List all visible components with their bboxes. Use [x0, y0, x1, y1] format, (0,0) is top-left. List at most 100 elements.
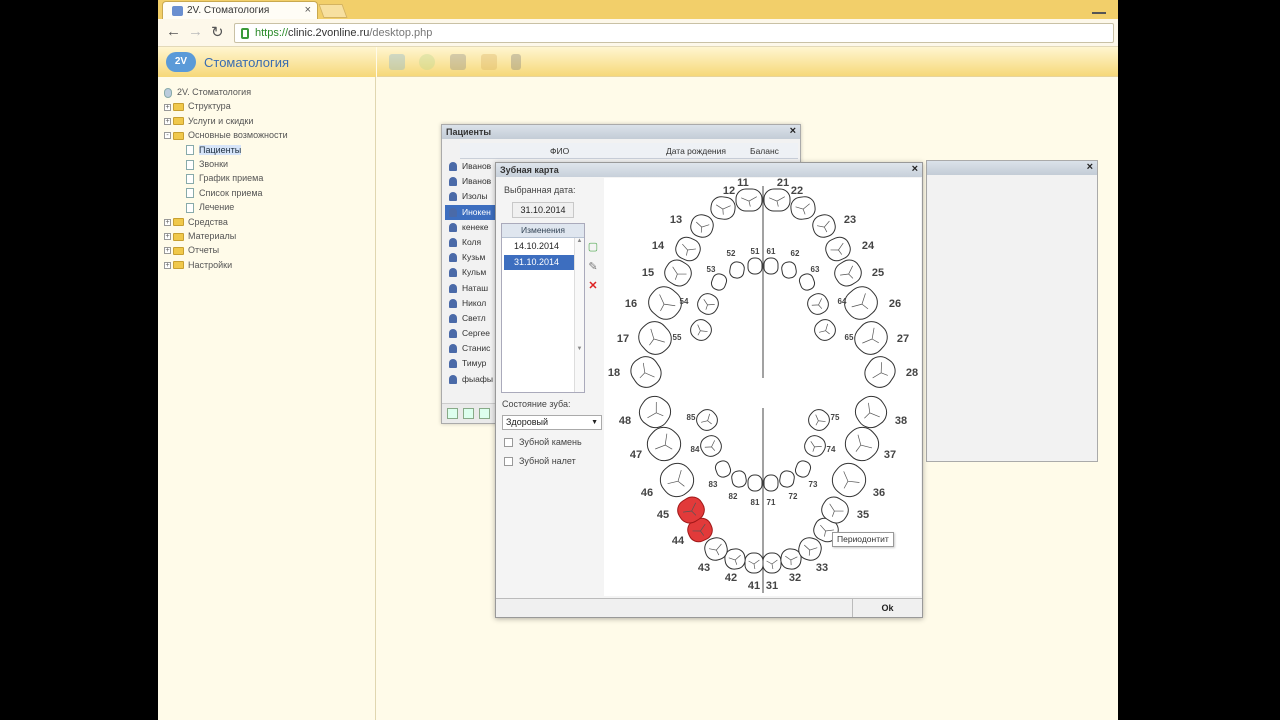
- tooth-38[interactable]: [850, 391, 892, 433]
- new-tab-button[interactable]: [318, 4, 348, 18]
- tooth-72[interactable]: [779, 470, 796, 488]
- tooth-17[interactable]: [633, 316, 677, 360]
- patients-window-close-icon[interactable]: ×: [790, 125, 796, 137]
- expand-toggle-icon[interactable]: +: [164, 261, 171, 269]
- column-birthdate[interactable]: Дата рождения: [666, 146, 726, 156]
- tooth-81[interactable]: [747, 474, 763, 492]
- expand-toggle-icon[interactable]: +: [164, 117, 171, 125]
- tooth-18[interactable]: [626, 352, 666, 393]
- toolbar-tag-icon[interactable]: [389, 54, 405, 70]
- tooth-13[interactable]: [688, 212, 715, 239]
- tooth-27[interactable]: [849, 316, 893, 360]
- tooth-52[interactable]: [729, 261, 746, 279]
- tooth-11[interactable]: [735, 188, 763, 212]
- tooth-61[interactable]: [763, 257, 779, 275]
- toolbar-refresh-icon[interactable]: [419, 54, 435, 70]
- tooth-22[interactable]: [790, 195, 817, 220]
- tooth-14[interactable]: [673, 234, 704, 264]
- tooth-63[interactable]: [798, 272, 817, 292]
- tree-node[interactable]: + Средства: [164, 215, 288, 229]
- tree-node[interactable]: Лечение: [164, 200, 288, 214]
- tree-node[interactable]: Список приема: [164, 186, 288, 200]
- tooth-53[interactable]: [710, 272, 729, 292]
- add-change-icon[interactable]: ▢: [587, 241, 599, 253]
- edit-change-icon[interactable]: ✎: [587, 261, 599, 273]
- tooth-24[interactable]: [823, 234, 854, 264]
- tooth-75[interactable]: [805, 406, 833, 434]
- changes-scrollbar[interactable]: ▲ ▼: [574, 238, 584, 392]
- expand-toggle-icon[interactable]: +: [164, 247, 171, 255]
- tooth-74[interactable]: [801, 432, 828, 459]
- tooth-number: 82: [729, 492, 738, 501]
- tree-node[interactable]: + Отчеты: [164, 243, 288, 257]
- tab-close-icon[interactable]: ×: [305, 4, 311, 16]
- tooth-64[interactable]: [804, 290, 831, 317]
- tree-node[interactable]: Звонки: [164, 157, 288, 171]
- tree-node[interactable]: Пациенты: [164, 143, 288, 157]
- tooth-54[interactable]: [694, 290, 721, 317]
- tooth-23[interactable]: [810, 212, 837, 239]
- tree-node[interactable]: + Структура: [164, 99, 288, 113]
- toolbar-star-icon[interactable]: [481, 54, 497, 70]
- tooth-65[interactable]: [811, 316, 839, 344]
- tree-node[interactable]: + Настройки: [164, 258, 288, 272]
- open-patient-icon[interactable]: [479, 408, 490, 419]
- tartar-checkbox-box[interactable]: [504, 438, 513, 448]
- toolbar-phone-icon[interactable]: [511, 54, 521, 70]
- reload-icon[interactable]: ↻: [211, 23, 224, 41]
- tooth-62[interactable]: [781, 261, 798, 279]
- url-path: /desktop.php: [369, 27, 433, 39]
- tooth-state-select[interactable]: Здоровый ▼: [502, 415, 602, 430]
- tooth-12[interactable]: [710, 195, 737, 220]
- tooth-47[interactable]: [641, 421, 686, 466]
- expand-toggle-icon[interactable]: +: [164, 233, 171, 241]
- plaque-checkbox[interactable]: Зубной налет: [504, 456, 576, 467]
- back-icon[interactable]: ←: [166, 23, 181, 40]
- tooth-83[interactable]: [714, 459, 733, 479]
- patient-name: Изолы: [462, 191, 488, 202]
- add-patient-icon[interactable]: [447, 408, 458, 419]
- tree-node[interactable]: + Услуги и скидки: [164, 114, 288, 128]
- tooth-85[interactable]: [693, 406, 721, 434]
- change-item-selected[interactable]: 31.10.2014: [504, 255, 582, 270]
- column-fio[interactable]: ФИО: [550, 146, 569, 156]
- plaque-checkbox-box[interactable]: [504, 457, 513, 467]
- column-balance[interactable]: Баланс: [750, 146, 779, 156]
- expand-toggle-icon[interactable]: +: [164, 103, 171, 111]
- tooth-37[interactable]: [839, 421, 884, 466]
- dental-window-close-icon[interactable]: ×: [912, 163, 918, 175]
- tree-node[interactable]: График приема: [164, 171, 288, 185]
- toolbar-calc-icon[interactable]: [450, 54, 466, 70]
- tooth-71[interactable]: [763, 474, 779, 492]
- tree-node[interactable]: - Основные возможности: [164, 128, 288, 142]
- expand-toggle-icon[interactable]: +: [164, 218, 171, 226]
- tooth-84[interactable]: [697, 432, 724, 459]
- ok-button[interactable]: Ok: [852, 599, 922, 617]
- patient-name: Иванов: [462, 176, 492, 187]
- patients-window-header: Пациенты ×: [442, 125, 800, 139]
- tooth-21[interactable]: [763, 188, 791, 212]
- tooth-73[interactable]: [794, 459, 813, 479]
- expand-toggle-icon[interactable]: -: [164, 132, 171, 140]
- tooth-31[interactable]: [762, 552, 782, 574]
- forward-icon[interactable]: →: [188, 23, 203, 40]
- tooth-41[interactable]: [744, 552, 764, 574]
- tooth-51[interactable]: [747, 257, 763, 275]
- tooth-82[interactable]: [731, 470, 748, 488]
- browser-tab[interactable]: 2V. Стоматология ×: [162, 1, 318, 19]
- tree-node[interactable]: 2V. Стоматология: [164, 85, 288, 99]
- tooth-36[interactable]: [826, 457, 871, 502]
- tree-node[interactable]: + Материалы: [164, 229, 288, 243]
- minimize-icon[interactable]: [1092, 2, 1106, 14]
- url-input[interactable]: https://clinic.2vonline.ru/desktop.php: [234, 23, 1114, 43]
- background-window-close-icon[interactable]: ×: [1087, 161, 1093, 173]
- tooth-48[interactable]: [634, 391, 676, 433]
- tooth-number: 21: [777, 178, 789, 189]
- tooth-55[interactable]: [687, 316, 715, 344]
- delete-change-icon[interactable]: ✕: [587, 280, 599, 292]
- tartar-checkbox[interactable]: Зубной камень: [504, 437, 582, 448]
- change-item[interactable]: 14.10.2014: [504, 239, 582, 254]
- edit-patient-icon[interactable]: [463, 408, 474, 419]
- tooth-46[interactable]: [654, 457, 699, 502]
- tooth-28[interactable]: [860, 352, 900, 393]
